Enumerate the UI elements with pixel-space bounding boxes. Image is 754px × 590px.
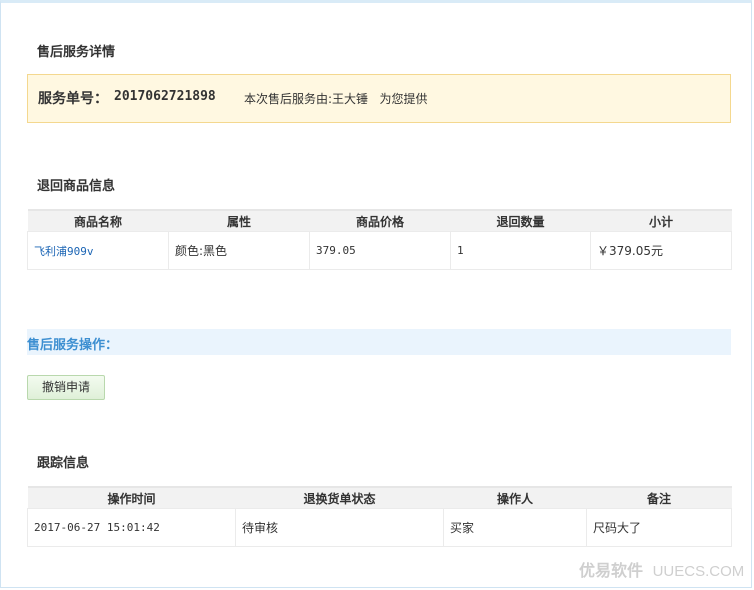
page-frame: 售后服务详情 服务单号： 2017062721898 本次售后服务由:王大锤 为… — [0, 0, 752, 588]
column-header: 操作人 — [443, 486, 587, 509]
column-header: 属性 — [168, 209, 310, 232]
service-provider-text: 本次售后服务由:王大锤 为您提供 — [244, 92, 428, 106]
product-name-cell: 飞利浦909v — [27, 231, 169, 270]
column-header: 退回数量 — [450, 209, 591, 232]
service-info-box: 服务单号： 2017062721898 本次售后服务由:王大锤 为您提供 — [27, 74, 731, 123]
service-number-label: 服务单号： — [38, 91, 108, 107]
operations-bar: 售后服务操作： — [27, 329, 731, 355]
service-number-value: 2017062721898 — [114, 89, 216, 104]
product-price-cell: 379.05 — [309, 231, 451, 270]
order-status-cell: 待审核 — [235, 508, 444, 547]
column-header: 退换货单状态 — [235, 486, 444, 509]
watermark-url: UUECS.COM — [652, 563, 745, 580]
return-goods-table: 商品名称 属性 商品价格 退回数量 小计 飞利浦909v 颜色:黑色 379.0… — [27, 209, 732, 270]
operation-time-cell: 2017-06-27 15:01:42 — [27, 508, 236, 547]
note-cell: 尺码大了 — [586, 508, 732, 547]
product-name-link[interactable]: 飞利浦909v — [34, 245, 94, 258]
return-goods-title: 退回商品信息 — [37, 179, 116, 194]
operator-cell: 买家 — [443, 508, 587, 547]
table-row: 2017-06-27 15:01:42 待审核 买家 尺码大了 — [27, 508, 732, 547]
column-header: 备注 — [586, 486, 732, 509]
column-header: 商品名称 — [27, 209, 169, 232]
watermark-brand: 优易软件 — [579, 561, 644, 580]
table-row: 飞利浦909v 颜色:黑色 379.05 1 ￥379.05元 — [27, 231, 732, 270]
operations-title: 售后服务操作： — [27, 338, 119, 353]
return-quantity-cell: 1 — [450, 231, 591, 270]
tracking-title: 跟踪信息 — [37, 456, 90, 471]
tracking-header-row: 操作时间 退换货单状态 操作人 备注 — [27, 486, 732, 509]
column-header: 操作时间 — [27, 486, 236, 509]
subtotal-cell: ￥379.05元 — [590, 231, 732, 270]
product-attribute-cell: 颜色:黑色 — [168, 231, 310, 270]
page-title: 售后服务详情 — [37, 45, 116, 60]
cancel-request-button[interactable]: 撤销申请 — [27, 375, 105, 400]
tracking-table: 操作时间 退换货单状态 操作人 备注 2017-06-27 15:01:42 待… — [27, 486, 732, 547]
return-goods-header-row: 商品名称 属性 商品价格 退回数量 小计 — [27, 209, 732, 232]
watermark: 优易软件 UUECS.COM — [579, 557, 744, 581]
column-header: 商品价格 — [309, 209, 451, 232]
column-header: 小计 — [590, 209, 732, 232]
